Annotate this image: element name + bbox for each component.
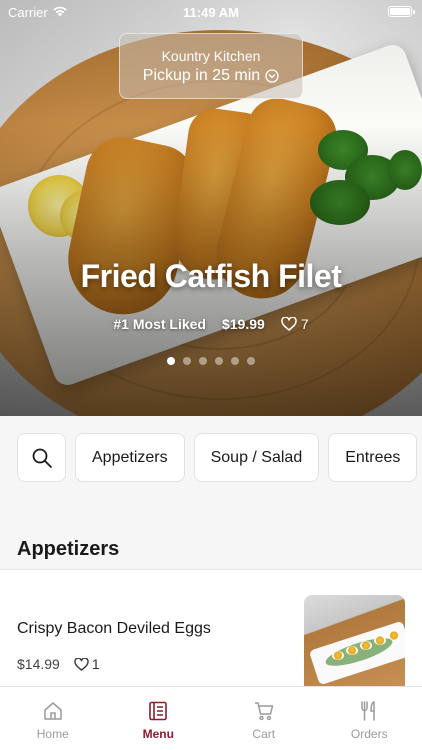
heart-icon: [74, 657, 89, 671]
carousel-dot[interactable]: [183, 357, 191, 365]
cart-icon: [254, 702, 273, 721]
tab-cart-label: Cart: [252, 727, 276, 741]
featured-item-title: Fried Catfish Filet: [80, 258, 342, 294]
heart-icon: [281, 317, 297, 331]
category-chip-appetizers[interactable]: Appetizers: [75, 433, 185, 482]
carousel-dot[interactable]: [199, 357, 207, 365]
category-bar: Appetizers Soup / Salad Entrees: [17, 433, 418, 482]
tab-home[interactable]: Home: [0, 687, 106, 750]
pickup-time-selector[interactable]: Kountry Kitchen Pickup in 25 min: [119, 33, 303, 99]
menu-item-likes[interactable]: 1: [74, 656, 100, 672]
menu-item-price: $14.99: [17, 656, 60, 672]
fork-knife-icon: [361, 701, 375, 721]
carousel-dot[interactable]: [167, 357, 175, 365]
menu-item-like-count: 1: [91, 656, 100, 672]
menu-item-name: Crispy Bacon Deviled Eggs: [17, 620, 211, 637]
most-liked-badge: #1 Most Liked: [113, 316, 206, 332]
tab-orders-label: Orders: [350, 727, 388, 741]
section-title: Appetizers: [17, 538, 120, 560]
search-icon: [32, 448, 52, 468]
menu-item[interactable]: Crispy Bacon Deviled Eggs $14.99 1: [0, 570, 422, 690]
pickup-time-label: Pickup in 25 min: [142, 67, 261, 84]
clock: 11:49 AM: [183, 5, 239, 20]
home-icon: [44, 702, 62, 720]
featured-item-meta: #1 Most Liked $19.99 7: [0, 316, 422, 332]
menu-icon: [149, 701, 168, 721]
featured-like-count: 7: [300, 316, 309, 332]
tab-home-label: Home: [36, 727, 69, 741]
category-chip-soup-salad[interactable]: Soup / Salad: [193, 433, 320, 482]
status-bar: Carrier 11:49 AM: [0, 0, 422, 24]
chevron-down-circle-icon: [265, 69, 279, 83]
tab-cart[interactable]: Cart: [211, 687, 317, 750]
menu-item-thumbnail: [304, 595, 405, 690]
carousel-dot[interactable]: [247, 357, 255, 365]
category-chip-entrees[interactable]: Entrees: [328, 433, 418, 482]
featured-item-price: $19.99: [221, 316, 265, 332]
carousel-dot[interactable]: [215, 357, 223, 365]
tab-menu[interactable]: Menu: [106, 687, 212, 750]
carousel-dot[interactable]: [231, 357, 239, 365]
carousel-page-indicator[interactable]: [0, 357, 422, 365]
tab-orders[interactable]: Orders: [317, 687, 422, 750]
battery-icon: [388, 6, 415, 17]
featured-likes[interactable]: 7: [281, 316, 309, 332]
tab-bar: Home Menu Cart Orders: [0, 686, 422, 750]
featured-hero[interactable]: Carrier 11:49 AM Kountry Kitchen Pickup …: [0, 0, 422, 416]
restaurant-name: Kountry Kitchen: [161, 48, 261, 64]
search-button[interactable]: [17, 433, 66, 482]
tab-menu-label: Menu: [142, 727, 174, 741]
